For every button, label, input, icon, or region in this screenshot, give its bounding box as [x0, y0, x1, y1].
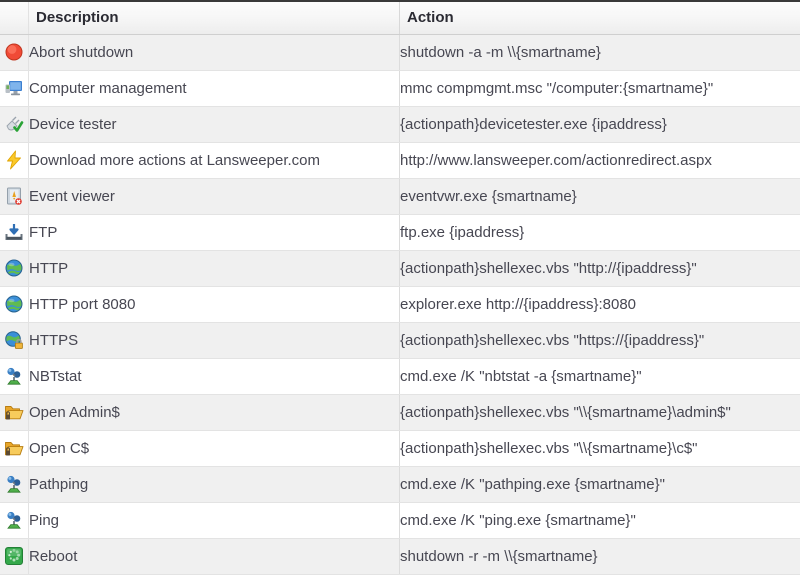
- row-description-cell[interactable]: HTTPS: [29, 322, 400, 358]
- network-node-icon: [4, 474, 24, 494]
- row-action-cell[interactable]: {actionpath}shellexec.vbs "http://{ipadd…: [400, 250, 800, 286]
- column-header-description[interactable]: Description: [29, 1, 400, 34]
- row-icon-cell: [0, 34, 29, 70]
- table-row[interactable]: Event viewereventvwr.exe {smartname}: [0, 178, 800, 214]
- row-icon-cell: [0, 466, 29, 502]
- green-reboot-icon: [4, 546, 24, 566]
- open-folder-icon: [4, 438, 24, 458]
- row-description-cell[interactable]: Open C$: [29, 430, 400, 466]
- red-circle-abort-icon: [4, 42, 24, 62]
- row-description-cell[interactable]: NBTstat: [29, 358, 400, 394]
- column-header-action[interactable]: Action: [400, 1, 800, 34]
- plug-checkmark-icon: [4, 114, 24, 134]
- row-description-cell[interactable]: Download more actions at Lansweeper.com: [29, 142, 400, 178]
- row-description-cell[interactable]: HTTP port 8080: [29, 286, 400, 322]
- globe-lock-icon: [4, 330, 24, 350]
- table-header: Description Action: [0, 1, 800, 34]
- row-action-cell[interactable]: ftp.exe {ipaddress}: [400, 214, 800, 250]
- table-row[interactable]: HTTP port 8080explorer.exe http://{ipadd…: [0, 286, 800, 322]
- row-description-cell[interactable]: Open Admin$: [29, 394, 400, 430]
- row-action-cell[interactable]: cmd.exe /K "pathping.exe {smartname}": [400, 466, 800, 502]
- open-folder-icon: [4, 402, 24, 422]
- row-action-cell[interactable]: explorer.exe http://{ipaddress}:8080: [400, 286, 800, 322]
- row-description-cell[interactable]: Pathping: [29, 466, 400, 502]
- row-icon-cell: [0, 502, 29, 538]
- table-row[interactable]: HTTP{actionpath}shellexec.vbs "http://{i…: [0, 250, 800, 286]
- event-log-book-icon: [4, 186, 24, 206]
- lightning-bolt-icon: [4, 150, 24, 170]
- row-icon-cell: [0, 430, 29, 466]
- row-description-cell[interactable]: Ping: [29, 502, 400, 538]
- row-action-cell[interactable]: {actionpath}shellexec.vbs "\\{smartname}…: [400, 430, 800, 466]
- row-icon-cell: [0, 106, 29, 142]
- table-row[interactable]: NBTstatcmd.exe /K "nbtstat -a {smartname…: [0, 358, 800, 394]
- globe-icon: [4, 258, 24, 278]
- table-row[interactable]: Download more actions at Lansweeper.comh…: [0, 142, 800, 178]
- row-description-cell[interactable]: Computer management: [29, 70, 400, 106]
- row-icon-cell: [0, 70, 29, 106]
- row-action-cell[interactable]: {actionpath}shellexec.vbs "\\{smartname}…: [400, 394, 800, 430]
- actions-table: Description Action Abort shutdownshutdow…: [0, 0, 800, 575]
- row-action-cell[interactable]: shutdown -r -m \\{smartname}: [400, 538, 800, 574]
- row-action-cell[interactable]: {actionpath}shellexec.vbs "https://{ipad…: [400, 322, 800, 358]
- column-header-icon[interactable]: [0, 1, 29, 34]
- row-icon-cell: [0, 250, 29, 286]
- row-action-cell[interactable]: cmd.exe /K "nbtstat -a {smartname}": [400, 358, 800, 394]
- table-row[interactable]: FTPftp.exe {ipaddress}: [0, 214, 800, 250]
- row-description-cell[interactable]: HTTP: [29, 250, 400, 286]
- table-row[interactable]: Pingcmd.exe /K "ping.exe {smartname}": [0, 502, 800, 538]
- row-description-cell[interactable]: FTP: [29, 214, 400, 250]
- row-icon-cell: [0, 286, 29, 322]
- table-row[interactable]: Open Admin${actionpath}shellexec.vbs "\\…: [0, 394, 800, 430]
- row-icon-cell: [0, 358, 29, 394]
- network-node-icon: [4, 366, 24, 386]
- table-row[interactable]: Device tester{actionpath}devicetester.ex…: [0, 106, 800, 142]
- table-row[interactable]: Open C${actionpath}shellexec.vbs "\\{sma…: [0, 430, 800, 466]
- table-row[interactable]: HTTPS{actionpath}shellexec.vbs "https://…: [0, 322, 800, 358]
- table-row[interactable]: Rebootshutdown -r -m \\{smartname}: [0, 538, 800, 574]
- row-icon-cell: [0, 322, 29, 358]
- table-header-row: Description Action: [0, 1, 800, 34]
- row-description-cell[interactable]: Device tester: [29, 106, 400, 142]
- row-action-cell[interactable]: mmc compmgmt.msc "/computer:{smartname}": [400, 70, 800, 106]
- row-icon-cell: [0, 394, 29, 430]
- download-tray-icon: [4, 222, 24, 242]
- table-row[interactable]: Pathpingcmd.exe /K "pathping.exe {smartn…: [0, 466, 800, 502]
- row-description-cell[interactable]: Abort shutdown: [29, 34, 400, 70]
- row-icon-cell: [0, 538, 29, 574]
- row-action-cell[interactable]: http://www.lansweeper.com/actionredirect…: [400, 142, 800, 178]
- row-action-cell[interactable]: {actionpath}devicetester.exe {ipaddress}: [400, 106, 800, 142]
- table-row[interactable]: Computer managementmmc compmgmt.msc "/co…: [0, 70, 800, 106]
- row-description-cell[interactable]: Event viewer: [29, 178, 400, 214]
- row-icon-cell: [0, 178, 29, 214]
- row-icon-cell: [0, 142, 29, 178]
- computer-monitor-icon: [4, 78, 24, 98]
- table-body: Abort shutdownshutdown -a -m \\{smartnam…: [0, 34, 800, 574]
- row-action-cell[interactable]: shutdown -a -m \\{smartname}: [400, 34, 800, 70]
- row-action-cell[interactable]: cmd.exe /K "ping.exe {smartname}": [400, 502, 800, 538]
- globe-icon: [4, 294, 24, 314]
- table-row[interactable]: Abort shutdownshutdown -a -m \\{smartnam…: [0, 34, 800, 70]
- row-action-cell[interactable]: eventvwr.exe {smartname}: [400, 178, 800, 214]
- row-icon-cell: [0, 214, 29, 250]
- network-node-icon: [4, 510, 24, 530]
- row-description-cell[interactable]: Reboot: [29, 538, 400, 574]
